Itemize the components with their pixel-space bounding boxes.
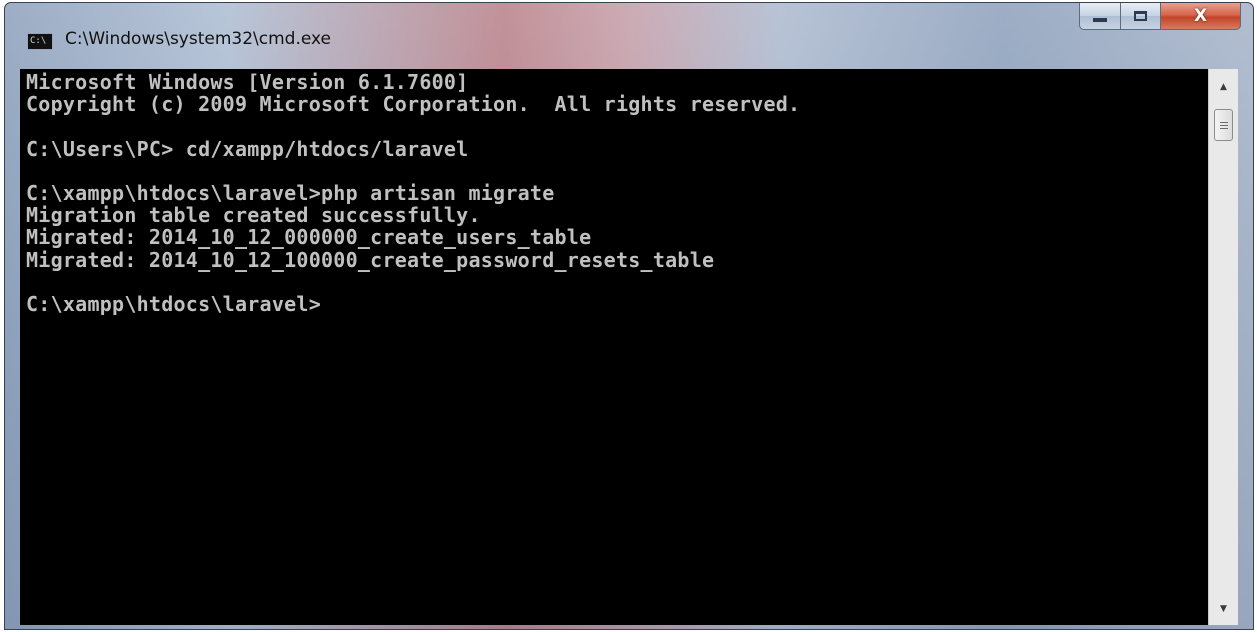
- console-text: Microsoft Windows [Version 6.1.7600] Cop…: [20, 69, 1208, 315]
- close-icon: X: [1193, 6, 1208, 26]
- console-output[interactable]: Microsoft Windows [Version 6.1.7600] Cop…: [20, 69, 1208, 625]
- cmd-icon[interactable]: C:\: [27, 33, 53, 50]
- grip-icon: [1219, 121, 1228, 129]
- console-line: C:\xampp\htdocs\laravel>php artisan migr…: [26, 181, 555, 206]
- scroll-up-button[interactable]: ▲: [1209, 75, 1238, 99]
- maximize-icon: [1121, 3, 1160, 29]
- console-line: Migrated: 2014_10_12_000000_create_users…: [26, 225, 592, 250]
- console-prompt: C:\xampp\htdocs\laravel>: [26, 292, 321, 317]
- console-line: Migration table created successfully.: [26, 203, 481, 228]
- console-line: C:\Users\PC> cd/xampp/htdocs/laravel: [26, 136, 469, 161]
- vertical-scrollbar[interactable]: ▲ ▼: [1208, 69, 1238, 625]
- scroll-thumb[interactable]: [1214, 109, 1233, 141]
- title-bar[interactable]: C:\ C:\Windows\system32\cmd.exe X: [5, 3, 1253, 69]
- caption-buttons: X: [1079, 3, 1241, 30]
- chevron-up-icon: ▲: [1220, 82, 1227, 92]
- scroll-down-button[interactable]: ▼: [1209, 597, 1238, 621]
- window-bottom-border: [5, 625, 1253, 629]
- console-line: Migrated: 2014_10_12_100000_create_passw…: [26, 247, 715, 272]
- minimize-icon: [1080, 3, 1120, 29]
- maximize-button[interactable]: [1121, 3, 1161, 30]
- cmd-window: C:\ C:\Windows\system32\cmd.exe X Micros…: [4, 2, 1254, 630]
- console-line: Copyright (c) 2009 Microsoft Corporation…: [26, 92, 801, 117]
- chevron-down-icon: ▼: [1220, 604, 1227, 614]
- window-title: C:\Windows\system32\cmd.exe: [65, 29, 332, 49]
- close-button[interactable]: X: [1161, 3, 1241, 30]
- minimize-button[interactable]: [1079, 3, 1121, 30]
- console-line: Microsoft Windows [Version 6.1.7600]: [26, 70, 469, 94]
